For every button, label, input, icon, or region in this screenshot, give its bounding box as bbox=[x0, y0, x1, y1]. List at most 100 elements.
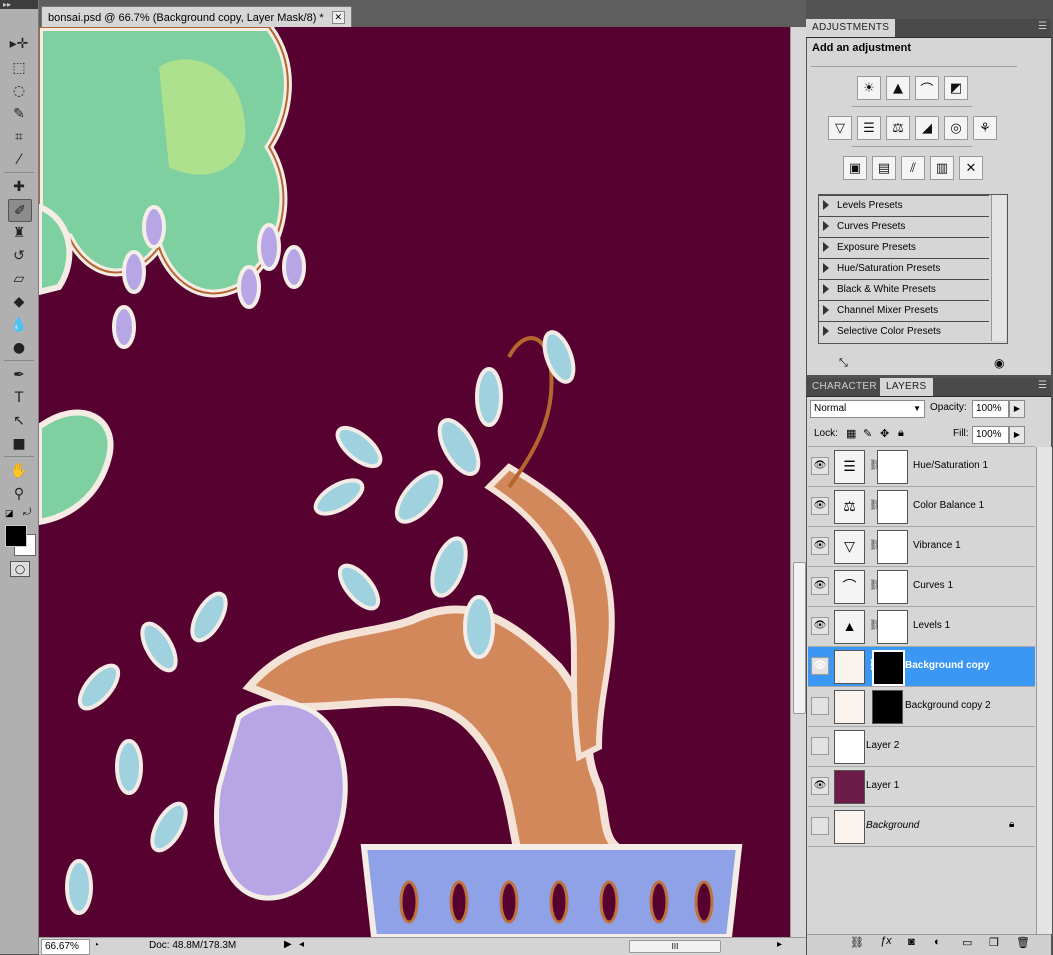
clone-stamp-tool-icon[interactable]: ♜ bbox=[8, 222, 30, 243]
lock-position-icon[interactable]: ✥ bbox=[880, 427, 889, 440]
close-document-icon[interactable]: ✕ bbox=[331, 11, 345, 24]
type-tool-icon[interactable]: T bbox=[8, 387, 30, 408]
layer-row-curves-1[interactable]: 👁︎ ⌒ ⛓︎ Curves 1 bbox=[808, 567, 1035, 607]
visibility-eye-icon[interactable]: 👁︎ bbox=[811, 777, 829, 795]
layer-row-hue-saturation-1[interactable]: 👁︎ ☰ ⛓︎ Hue/Saturation 1 bbox=[808, 447, 1035, 487]
preset-levels[interactable]: Levels Presets bbox=[819, 195, 989, 216]
link-layers-icon[interactable]: ⛓︎ bbox=[850, 936, 864, 949]
layer-mask-thumbnail[interactable] bbox=[877, 490, 908, 524]
channel-mixer-icon[interactable]: ⚘ bbox=[973, 116, 997, 140]
panel-menu-icon[interactable]: ☰ bbox=[1038, 21, 1047, 32]
layer-row-color-balance-1[interactable]: 👁︎ ⚖ ⛓︎ Color Balance 1 bbox=[808, 487, 1035, 527]
lock-all-icon[interactable]: 🔒︎ bbox=[898, 427, 904, 440]
presets-scrollbar[interactable] bbox=[991, 195, 1006, 341]
clip-to-layer-icon[interactable]: ◉ bbox=[994, 356, 1004, 370]
spot-healing-tool-icon[interactable]: ✚ bbox=[8, 176, 30, 197]
brightness-contrast-icon[interactable]: ☀ bbox=[857, 76, 881, 100]
layer-row-background[interactable]: · Background 🔒︎ bbox=[808, 807, 1035, 847]
marquee-tool-icon[interactable]: ⬚ bbox=[8, 57, 30, 78]
lasso-tool-icon[interactable]: ◌ bbox=[8, 80, 30, 101]
default-colors-icon[interactable]: ◪ bbox=[5, 508, 14, 519]
zoom-level-field[interactable]: 66.67% bbox=[41, 939, 90, 955]
fill-field[interactable]: 100% bbox=[972, 426, 1009, 444]
foreground-color-swatch[interactable] bbox=[5, 525, 27, 547]
gradient-map-icon[interactable]: ▥ bbox=[930, 156, 954, 180]
paint-bucket-tool-icon[interactable]: ◆ bbox=[8, 291, 30, 312]
pen-tool-icon[interactable]: ✒ bbox=[8, 364, 30, 385]
layer-mask-thumbnail[interactable] bbox=[877, 530, 908, 564]
layer-mask-thumbnail[interactable] bbox=[877, 570, 908, 604]
preset-curves[interactable]: Curves Presets bbox=[819, 216, 989, 237]
visibility-eye-icon[interactable]: · bbox=[811, 737, 829, 755]
new-layer-icon[interactable]: ❐ bbox=[989, 936, 999, 949]
add-mask-icon[interactable]: ◙ bbox=[908, 936, 915, 948]
delete-layer-icon[interactable]: 🗑︎ bbox=[1016, 936, 1030, 949]
fx-icon[interactable]: ƒx bbox=[880, 935, 892, 947]
scroll-right-arrow-icon[interactable]: ▸ bbox=[777, 939, 782, 950]
layer-row-layer-2[interactable]: · Layer 2 bbox=[808, 727, 1035, 767]
move-tool-icon[interactable]: ▸✛ bbox=[8, 33, 30, 54]
image-canvas[interactable] bbox=[39, 27, 790, 937]
invert-icon[interactable]: ▣ bbox=[843, 156, 867, 180]
history-brush-tool-icon[interactable]: ↺ bbox=[8, 245, 30, 266]
posterize-icon[interactable]: ▤ bbox=[872, 156, 896, 180]
quick-mask-icon[interactable]: ◯ bbox=[10, 561, 30, 577]
visibility-eye-icon[interactable]: · bbox=[811, 817, 829, 835]
color-balance-icon[interactable]: ⚖ bbox=[886, 116, 910, 140]
tab-character[interactable]: CHARACTER bbox=[806, 378, 883, 396]
preset-hue-saturation[interactable]: Hue/Saturation Presets bbox=[819, 258, 989, 279]
canvas-vertical-scrollbar[interactable] bbox=[790, 27, 807, 937]
preset-exposure[interactable]: Exposure Presets bbox=[819, 237, 989, 258]
crop-tool-icon[interactable]: ⌗ bbox=[8, 126, 30, 147]
tools-panel-grip[interactable]: ▸▸ bbox=[0, 0, 38, 9]
layers-panel-menu-icon[interactable]: ☰ bbox=[1038, 380, 1047, 391]
layers-scrollbar[interactable] bbox=[1036, 447, 1052, 934]
opacity-field[interactable]: 100% bbox=[972, 400, 1009, 418]
layer-mask-thumbnail[interactable] bbox=[877, 450, 908, 484]
layer-mask-thumbnail[interactable] bbox=[872, 650, 905, 686]
lock-pixels-icon[interactable]: ✎ bbox=[863, 427, 872, 440]
status-menu-arrow-icon[interactable]: ▶ bbox=[284, 939, 292, 950]
visibility-eye-icon[interactable]: 👁︎ bbox=[811, 657, 829, 675]
new-adjustment-layer-icon[interactable]: ◐ bbox=[934, 936, 941, 948]
dodge-tool-icon[interactable]: ● bbox=[8, 337, 30, 358]
status-info-icon[interactable]: ◔ bbox=[93, 940, 99, 951]
layer-row-background-copy-2[interactable]: · Background copy 2 bbox=[808, 687, 1035, 727]
scroll-left-arrow-icon[interactable]: ◂ bbox=[299, 939, 304, 950]
horizontal-scroll-thumb[interactable]: III bbox=[629, 940, 721, 953]
visibility-eye-icon[interactable]: 👁︎ bbox=[811, 577, 829, 595]
visibility-eye-icon[interactable]: 👁︎ bbox=[811, 537, 829, 555]
brush-tool-icon[interactable]: ✐ bbox=[8, 199, 32, 222]
visibility-eye-icon[interactable]: 👁︎ bbox=[811, 457, 829, 475]
document-tab[interactable]: bonsai.psd @ 66.7% (Background copy, Lay… bbox=[41, 6, 352, 28]
eyedropper-tool-icon[interactable]: ⁄ bbox=[8, 149, 30, 170]
preset-channel-mixer[interactable]: Channel Mixer Presets bbox=[819, 300, 989, 321]
selective-color-icon[interactable]: ✕ bbox=[959, 156, 983, 180]
visibility-eye-icon[interactable]: 👁︎ bbox=[811, 497, 829, 515]
quick-selection-tool-icon[interactable]: ✎ bbox=[8, 103, 30, 124]
layer-mask-thumbnail[interactable] bbox=[872, 690, 903, 724]
preset-selective-color[interactable]: Selective Color Presets bbox=[819, 321, 989, 342]
swap-colors-icon[interactable]: ⤾ bbox=[23, 507, 31, 518]
exposure-icon[interactable]: ◩ bbox=[944, 76, 968, 100]
visibility-eye-icon[interactable]: 👁︎ bbox=[811, 617, 829, 635]
rectangle-tool-icon[interactable]: ■ bbox=[8, 433, 30, 454]
layer-row-layer-1[interactable]: 👁︎ Layer 1 bbox=[808, 767, 1035, 807]
black-white-icon[interactable]: ◢ bbox=[915, 116, 939, 140]
hand-tool-icon[interactable]: ✋ bbox=[8, 460, 30, 481]
blend-mode-select[interactable]: Normal ▼ bbox=[810, 400, 925, 418]
fill-slider-arrow-icon[interactable]: ▶ bbox=[1009, 426, 1025, 444]
threshold-icon[interactable]: ⫽ bbox=[901, 156, 925, 180]
curves-icon[interactable]: ⌒ bbox=[915, 76, 939, 100]
path-selection-tool-icon[interactable]: ↖ bbox=[8, 410, 30, 431]
lock-transparency-icon[interactable]: ▦ bbox=[846, 427, 856, 440]
expand-view-icon[interactable]: ⤡ bbox=[839, 357, 848, 370]
eraser-tool-icon[interactable]: ▱ bbox=[8, 268, 30, 289]
blur-tool-icon[interactable]: 💧 bbox=[8, 314, 30, 335]
zoom-tool-icon[interactable]: ⚲ bbox=[8, 483, 30, 504]
vibrance-icon[interactable]: ▽ bbox=[828, 116, 852, 140]
preset-black-white[interactable]: Black & White Presets bbox=[819, 279, 989, 300]
levels-icon[interactable]: ▲ bbox=[886, 76, 910, 100]
layer-row-background-copy[interactable]: 👁︎ ⛓︎ Background copy bbox=[808, 647, 1035, 687]
layer-row-levels-1[interactable]: 👁︎ ▲ ⛓︎ Levels 1 bbox=[808, 607, 1035, 647]
